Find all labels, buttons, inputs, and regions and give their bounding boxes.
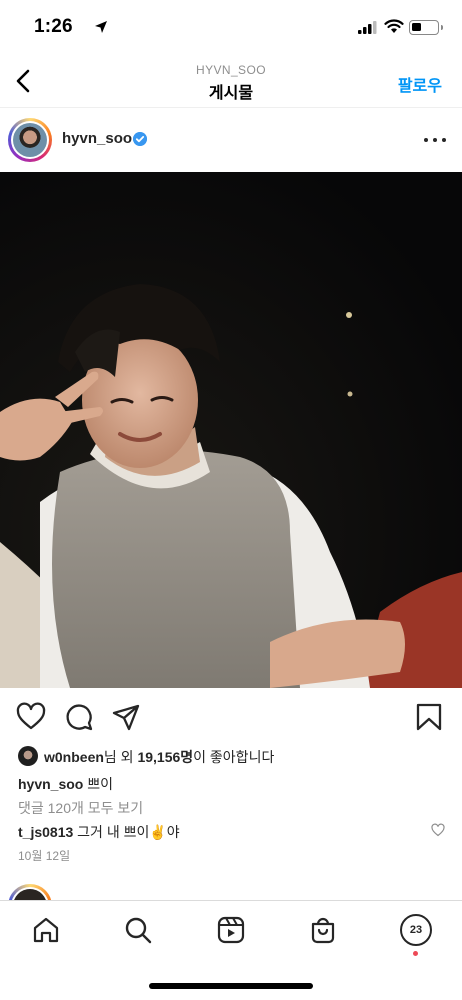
reels-icon (217, 916, 245, 944)
share-icon[interactable] (111, 702, 141, 732)
nav-header: HYVN_SOO 게시물 팔로우 (0, 58, 462, 108)
bookmark-icon[interactable] (414, 702, 444, 732)
likes-count[interactable]: 19,156명 (137, 749, 193, 765)
post-header: hyvn_soo (0, 108, 462, 172)
likes-text: w0nbeen님 외 19,156명이 좋아합니다 (44, 747, 274, 767)
wifi-icon (384, 19, 404, 33)
status-time: 1:26 (34, 16, 73, 37)
caption-username[interactable]: hyvn_soo (18, 776, 83, 792)
tab-home[interactable] (30, 914, 62, 946)
cellular-signal-icon (358, 21, 377, 34)
location-arrow-icon (95, 21, 107, 33)
header-username: HYVN_SOO (196, 63, 266, 77)
status-bar: 1:26 (0, 0, 462, 58)
post-username[interactable]: hyvn_soo (62, 130, 132, 147)
shop-icon (311, 917, 335, 944)
heart-icon[interactable] (16, 702, 46, 732)
bottom-tab-bar: 23 (0, 900, 462, 962)
liker-avatar (18, 746, 38, 766)
likes-text-end: 이 좋아합니다 (193, 749, 275, 765)
tab-shop[interactable] (307, 914, 339, 946)
comment-heart-icon[interactable] (431, 823, 445, 837)
tab-profile[interactable]: 23 (400, 914, 432, 946)
comment-item: t_js0813 그거 내 쁘이✌️야 (18, 822, 180, 842)
post-actions (0, 700, 462, 736)
tab-reels[interactable] (215, 914, 247, 946)
more-options-icon[interactable] (424, 130, 446, 150)
caption-text: 쁘이 (83, 776, 114, 792)
avatar[interactable] (8, 118, 52, 162)
follow-button[interactable]: 팔로우 (398, 72, 442, 96)
page-title: 게시물 (208, 85, 254, 102)
post-caption: hyvn_soo 쁘이 (18, 774, 113, 794)
home-indicator[interactable] (149, 983, 313, 989)
comment-icon[interactable] (64, 702, 94, 732)
notification-dot (413, 951, 418, 956)
battery-icon (409, 20, 443, 35)
post-photo-image (0, 172, 462, 688)
tab-search[interactable] (122, 914, 154, 946)
likes-text-mid: 님 외 (103, 749, 138, 765)
liker-username[interactable]: w0nbeen (44, 749, 104, 765)
home-icon (33, 917, 59, 943)
comment-username[interactable]: t_js0813 (18, 824, 73, 840)
comment-text: 그거 내 쁘이✌️야 (73, 824, 180, 840)
view-all-comments-link[interactable]: 댓글 120개 모두 보기 (18, 798, 143, 818)
search-icon (125, 917, 152, 944)
likes-summary[interactable]: w0nbeen님 외 19,156명이 좋아합니다 (18, 745, 448, 769)
post-date: 10월 12일 (18, 849, 71, 863)
post-photo[interactable] (0, 172, 462, 688)
verified-badge-icon (133, 132, 147, 146)
